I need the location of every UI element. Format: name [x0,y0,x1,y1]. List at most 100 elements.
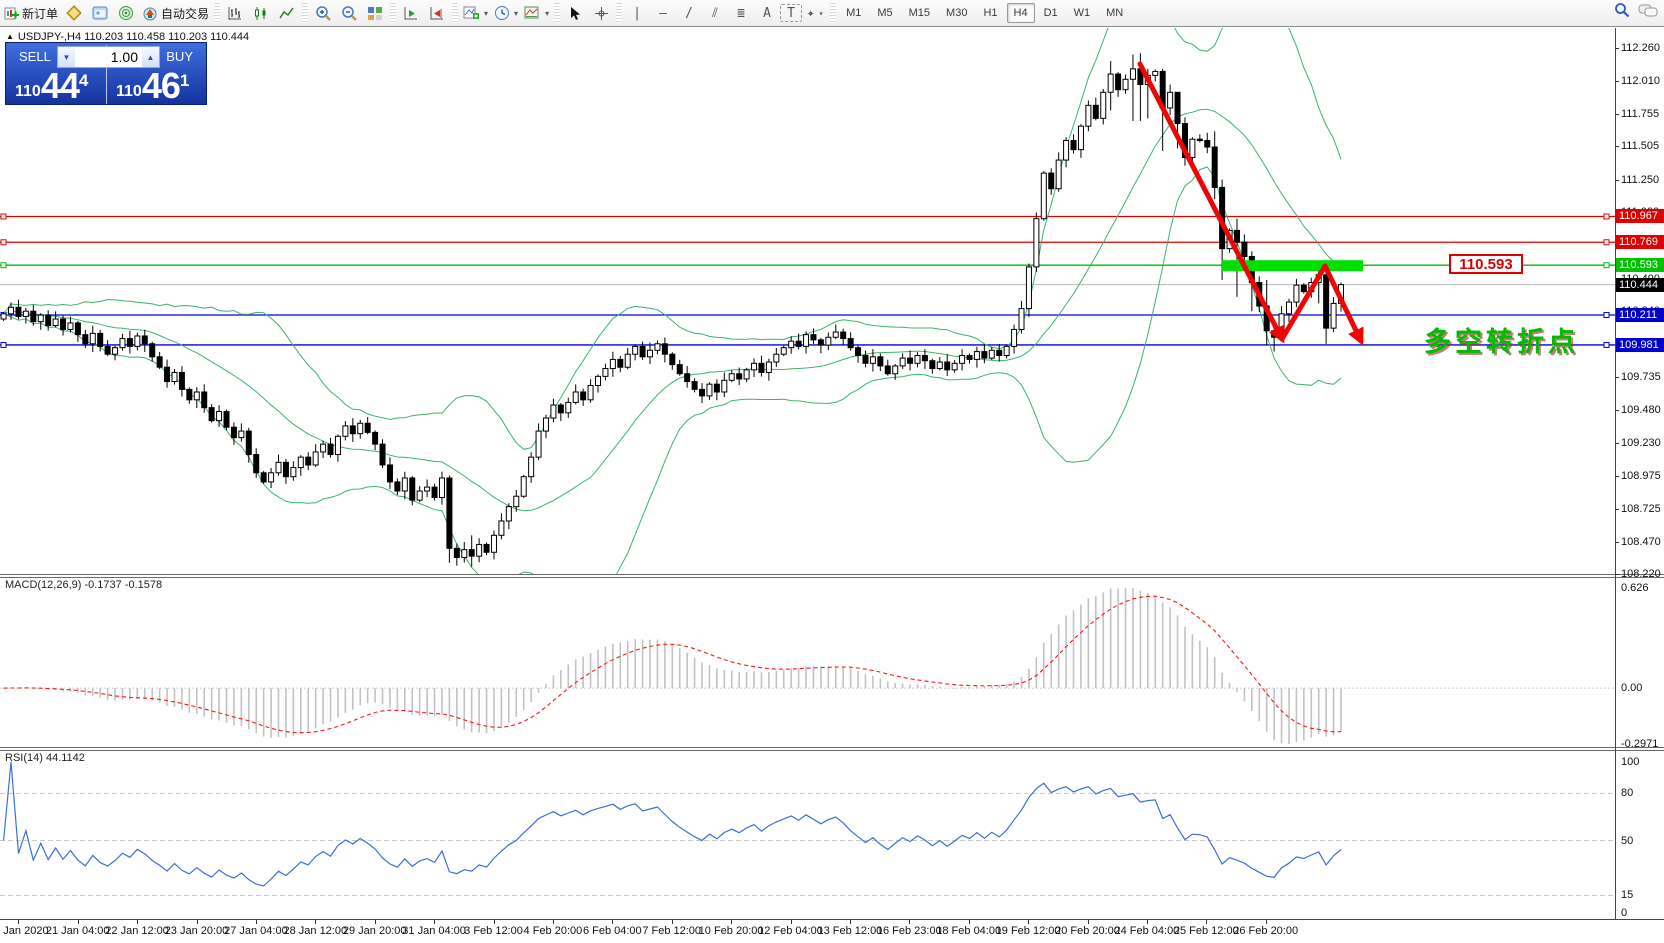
price-axis-border [1615,28,1616,920]
chat-icon[interactable] [1638,3,1658,18]
zoom-in-button[interactable] [310,2,336,24]
bar-chart-button[interactable] [222,2,248,24]
cursor-tool-button[interactable] [562,2,588,24]
macd-histogram-bar [857,671,859,688]
toolbar-grip [452,3,458,23]
macd-histogram-bar [478,688,480,732]
new-order-button[interactable]: 新订单 [1,2,61,24]
marketwatch-button[interactable] [61,2,87,24]
vline-tool-button[interactable]: | [624,2,650,24]
macd-histogram-bar [1140,591,1142,688]
time-tick-label: 24 Feb 04:00 [1114,925,1179,937]
macd-histogram-bar [1110,588,1112,688]
autotrading-button[interactable]: 自动交易 [139,2,212,24]
macd-histogram-bar [501,688,503,727]
panel-separator[interactable] [0,747,1664,751]
channel-tool-button[interactable]: ⫽ [702,2,728,24]
macd-histogram-bar [374,688,376,703]
macd-histogram-bar [679,648,681,688]
hline-handle[interactable] [1604,240,1609,245]
autoscroll-button[interactable] [398,2,424,24]
chart-canvas[interactable] [0,0,1664,943]
hline-handle[interactable] [1604,342,1609,347]
candle [640,342,645,360]
line-chart-button[interactable] [274,2,300,24]
timeframe-m1[interactable]: M1 [839,3,868,23]
timeframe-h1[interactable]: H1 [976,3,1004,23]
candle [491,531,496,560]
search-icon[interactable] [1614,2,1630,18]
timeframe-w1[interactable]: W1 [1067,3,1098,23]
crosshair-tool-button[interactable] [588,2,614,24]
candle [662,338,667,363]
candle [833,324,838,339]
chart-shift-button[interactable] [424,2,450,24]
timeframe-m5[interactable]: M5 [870,3,899,23]
level-callout-110593[interactable]: 110.593 [1449,254,1523,274]
macd-histogram-bar [1318,688,1320,734]
candle [417,486,422,502]
macd-histogram-bar [991,685,993,688]
tile-windows-button[interactable] [362,2,388,24]
macd-histogram-bar [828,666,830,688]
sell-price-pips: 44 [41,69,79,102]
main-chart-panel[interactable] [0,0,1615,606]
volume-input[interactable]: 1.00 [75,47,142,67]
timeframe-m30[interactable]: M30 [939,3,974,23]
macd-histogram-bar [530,688,532,702]
periods-button[interactable]: ▾ [491,2,521,24]
macd-histogram-bar [1147,593,1149,688]
macd-histogram-bar [1251,688,1253,711]
timeframe-m15[interactable]: M15 [902,3,937,23]
text-tool-button[interactable]: A [754,2,780,24]
time-tick-label: 7 Feb 12:00 [642,925,701,937]
hline-handle[interactable] [1,240,6,245]
hline-handle[interactable] [1604,312,1609,317]
zoom-out-button[interactable] [336,2,362,24]
sell-button[interactable]: SELL [19,49,51,64]
rsi-panel[interactable] [0,762,1615,895]
trendline-tool-button[interactable]: / [676,2,702,24]
timeframe-mn[interactable]: MN [1099,3,1130,23]
templates-button[interactable]: ▾ [521,2,552,24]
hline-handle[interactable] [1604,214,1609,219]
time-tick [909,920,910,924]
volume-increase-button[interactable]: ▲ [142,47,159,67]
trend-arrow[interactable] [1140,64,1282,339]
candle [432,484,437,501]
candle [543,415,548,439]
buy-button[interactable]: BUY [166,49,193,64]
fibonacci-tool-button[interactable]: ≣ [728,2,754,24]
macd-histogram-bar [263,688,265,737]
candle [135,333,140,351]
trendline-icon: / [685,6,693,21]
macd-panel[interactable] [0,588,1615,744]
panel-separator[interactable] [0,574,1664,578]
cn-annotation[interactable]: 多空转折点 [1424,320,1579,359]
signals-button[interactable] [113,2,139,24]
indicators-button[interactable]: ▾ [460,2,491,24]
hline-handle[interactable] [1,263,6,268]
macd-histogram-bar [218,688,220,720]
macd-histogram-bar [226,688,228,723]
label-tool-button[interactable]: T [780,4,802,22]
hline-handle[interactable] [1604,263,1609,268]
sell-price[interactable]: 110 44 4 [15,69,88,102]
candle [269,468,274,488]
timeframe-h4[interactable]: H4 [1007,3,1035,23]
timeframe-d1[interactable]: D1 [1037,3,1065,23]
arrows-tool-button[interactable]: ✦▾ [802,2,828,24]
terminal-button[interactable] [87,2,113,24]
hline-tool-button[interactable]: — [650,2,676,24]
candle-chart-button[interactable] [248,2,274,24]
toolbar-grip [302,3,308,23]
macd-histogram-bar [144,688,146,699]
volume-decrease-button[interactable]: ▼ [58,47,75,67]
price-tick-label: 112.260 [1621,42,1660,54]
macd-histogram-bar [686,653,688,688]
buy-price[interactable]: 110 46 1 [116,69,189,102]
macd-histogram-bar [880,678,882,688]
hline-handle[interactable] [1,342,6,347]
hline-handle[interactable] [1,214,6,219]
macd-histogram-bar [270,688,272,738]
